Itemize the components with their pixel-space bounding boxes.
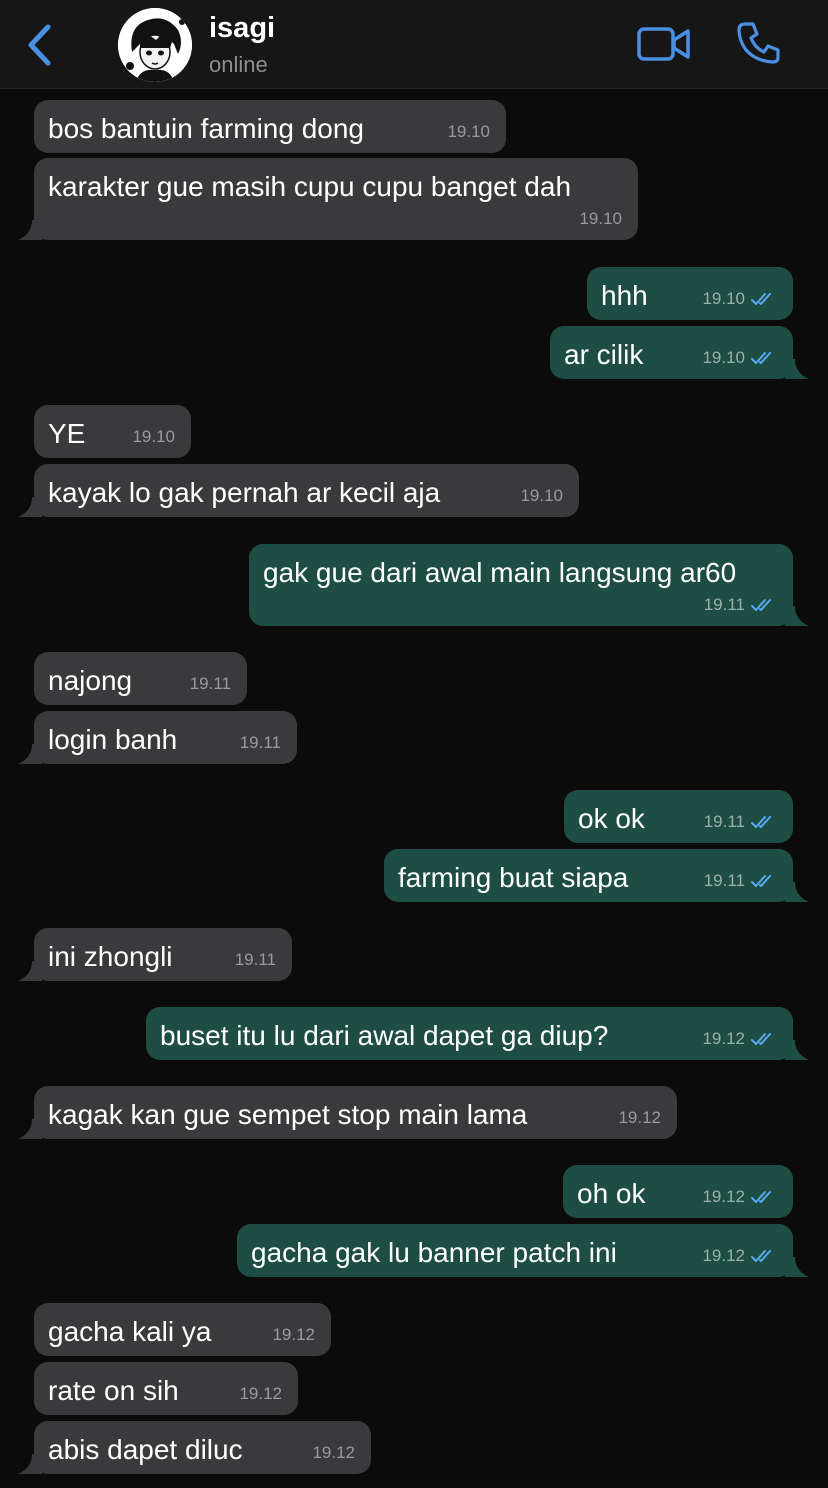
- message-time: 19.10: [132, 427, 175, 446]
- message-time: 19.11: [239, 733, 281, 752]
- bubble-tail-icon: [18, 1119, 42, 1139]
- double-check-icon: [751, 1250, 771, 1262]
- double-check-icon: [751, 875, 771, 887]
- bubble-tail-icon: [785, 1257, 809, 1277]
- message-text: karakter gue masih cupu cupu banget dah: [48, 171, 572, 202]
- message-time: 19.11: [234, 950, 276, 969]
- message-time: 19.11: [703, 871, 745, 890]
- message-time: 19.12: [272, 1325, 315, 1344]
- message-bubble-outgoing[interactable]: ok ok 19.11: [564, 790, 793, 843]
- message-text: gacha gak lu banner patch ini: [251, 1237, 617, 1268]
- message-time: 19.12: [702, 1187, 745, 1206]
- bubble-tail-icon: [18, 1454, 42, 1474]
- message-bubble-incoming[interactable]: karakter gue masih cupu cupu banget dah …: [18, 158, 638, 240]
- message-bubble-incoming[interactable]: kayak lo gak pernah ar kecil aja 19.10: [18, 464, 579, 517]
- chat-header: isagi online: [0, 0, 828, 89]
- message-time: 19.12: [239, 1384, 282, 1403]
- bubble-tail-icon: [18, 744, 42, 764]
- message-bubble-incoming[interactable]: kagak kan gue sempet stop main lama 19.1…: [18, 1086, 677, 1139]
- video-call-button[interactable]: [636, 22, 692, 66]
- message-time: 19.12: [312, 1443, 355, 1462]
- double-check-icon: [751, 352, 771, 364]
- message-time: 19.11: [703, 812, 745, 831]
- bubble-tail-icon: [18, 961, 42, 981]
- message-time: 19.11: [703, 595, 745, 614]
- chevron-left-icon: [28, 24, 51, 66]
- message-text: gak gue dari awal main langsung ar60: [263, 557, 737, 588]
- message-bubble-incoming[interactable]: abis dapet diluc 19.12: [18, 1421, 371, 1474]
- message-text: kagak kan gue sempet stop main lama: [48, 1099, 528, 1130]
- message-bubble-outgoing[interactable]: farming buat siapa 19.11: [384, 849, 809, 902]
- double-check-icon: [751, 816, 771, 828]
- bubble-tail-icon: [785, 1040, 809, 1060]
- voice-call-button[interactable]: [736, 20, 782, 66]
- message-bubble-incoming[interactable]: najong 19.11: [34, 652, 247, 705]
- bubble-tail-icon: [785, 882, 809, 902]
- double-check-icon: [751, 293, 771, 305]
- message-bubble-incoming[interactable]: YE 19.10: [34, 405, 191, 458]
- double-check-icon: [751, 599, 771, 611]
- contact-name[interactable]: isagi: [209, 12, 275, 45]
- message-bubble-incoming[interactable]: bos bantuin farming dong 19.10: [34, 100, 506, 153]
- back-button[interactable]: [20, 22, 60, 68]
- contact-status: online: [209, 52, 268, 77]
- message-time: 19.12: [702, 1246, 745, 1265]
- message-time: 19.10: [447, 122, 490, 141]
- message-time: 19.10: [702, 348, 745, 367]
- message-time: 19.10: [579, 209, 622, 228]
- bubble-tail-icon: [18, 220, 42, 240]
- avatar[interactable]: [118, 8, 192, 82]
- message-text: bos bantuin farming dong: [48, 113, 364, 144]
- message-bubble-outgoing[interactable]: ar cilik 19.10: [550, 326, 809, 379]
- message-bubble-outgoing[interactable]: gak gue dari awal main langsung ar60 19.…: [249, 544, 809, 626]
- bubble-tail-icon: [785, 606, 809, 626]
- message-bubble-incoming[interactable]: gacha kali ya 19.12: [34, 1303, 331, 1356]
- message-bubble-outgoing[interactable]: gacha gak lu banner patch ini 19.12: [237, 1224, 809, 1277]
- bubble-tail-icon: [18, 497, 42, 517]
- message-text: abis dapet diluc: [48, 1434, 243, 1465]
- message-bubble-incoming[interactable]: rate on sih 19.12: [34, 1362, 298, 1415]
- message-text: kayak lo gak pernah ar kecil aja: [48, 477, 441, 508]
- message-bubble-outgoing[interactable]: hhh 19.10: [587, 267, 793, 320]
- message-text: buset itu lu dari awal dapet ga diup?: [160, 1020, 609, 1051]
- message-time: 19.11: [189, 674, 231, 693]
- message-time: 19.12: [702, 1029, 745, 1048]
- message-bubble-outgoing[interactable]: buset itu lu dari awal dapet ga diup? 19…: [146, 1007, 809, 1060]
- video-camera-icon: [637, 27, 690, 61]
- double-check-icon: [751, 1191, 771, 1203]
- message-time: 19.10: [520, 486, 563, 505]
- message-bubble-incoming[interactable]: ini zhongli 19.11: [18, 928, 292, 981]
- double-check-icon: [751, 1033, 771, 1045]
- message-time: 19.12: [618, 1108, 661, 1127]
- avatar-portrait-icon: [118, 8, 192, 82]
- phone-icon: [737, 22, 780, 64]
- message-time: 19.10: [702, 289, 745, 308]
- bubble-tail-icon: [785, 359, 809, 379]
- message-bubble-incoming[interactable]: login banh 19.11: [18, 711, 297, 764]
- message-list[interactable]: bos bantuin farming dong 19.10 karakter …: [0, 89, 828, 1488]
- message-bubble-outgoing[interactable]: oh ok 19.12: [563, 1165, 793, 1218]
